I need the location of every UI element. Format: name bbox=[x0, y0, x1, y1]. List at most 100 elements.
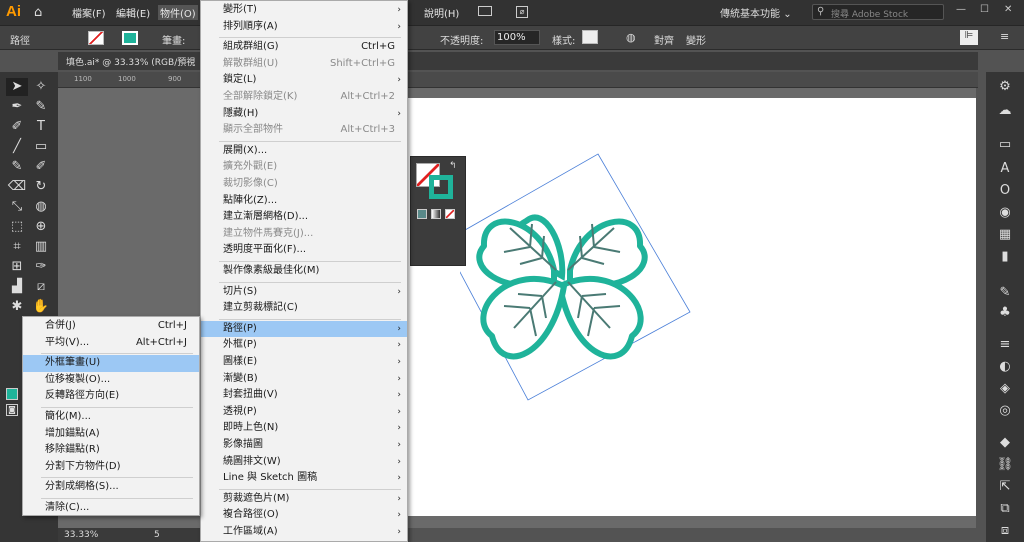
path-submenu-item[interactable]: 增加錨點(A) bbox=[23, 426, 199, 443]
object-menu-item[interactable]: 外框(P) › bbox=[201, 337, 407, 354]
glyphs-icon[interactable]: O bbox=[994, 182, 1016, 200]
menu-edit[interactable]: 編輯(E) bbox=[116, 5, 150, 20]
transform-button[interactable]: 變形 bbox=[686, 32, 706, 47]
menu-object[interactable]: 物件(O) bbox=[158, 5, 198, 20]
path-submenu-item[interactable]: 反轉路徑方向(E) bbox=[23, 388, 199, 405]
object-menu-item[interactable]: 即時上色(N) › bbox=[201, 420, 407, 437]
path-submenu-item[interactable]: 分割下方物件(D) bbox=[23, 459, 199, 476]
draw-mode-icon[interactable]: ◙ bbox=[6, 404, 18, 416]
gpu-icon[interactable]: ⌀ bbox=[516, 6, 528, 18]
object-menu-item[interactable]: 變形(T) › bbox=[201, 2, 407, 19]
none-mode-button[interactable] bbox=[445, 209, 455, 219]
color-panel-icon[interactable]: ◉ bbox=[994, 204, 1016, 222]
free-transform-tool-icon[interactable]: ⬚ bbox=[6, 218, 28, 236]
type-tool-icon[interactable]: T bbox=[30, 118, 52, 136]
layers-stack-icon[interactable]: ◆ bbox=[994, 434, 1016, 452]
path-submenu-item[interactable]: 位移複製(O)... bbox=[23, 372, 199, 389]
gradient-mode-button[interactable] bbox=[431, 209, 441, 219]
object-menu-item[interactable]: 路徑(P) › bbox=[201, 320, 407, 338]
swap-icon[interactable]: ↰ bbox=[449, 161, 457, 171]
rotate-tool-icon[interactable]: ↻ bbox=[30, 178, 52, 196]
path-submenu-item[interactable]: 合併(J) Ctrl+J bbox=[23, 318, 199, 335]
align-button[interactable]: 對齊 bbox=[654, 32, 674, 47]
hand-tool-icon[interactable]: ✋ bbox=[30, 298, 52, 316]
object-menu-item[interactable]: 影像描圖 › bbox=[201, 437, 407, 454]
object-menu-item[interactable]: 切片(S) › bbox=[201, 284, 407, 301]
opacity-input[interactable]: 100% bbox=[494, 30, 540, 45]
object-menu-item[interactable]: 工作區域(A) › bbox=[201, 524, 407, 541]
pathfinder-icon[interactable]: ⧈ bbox=[994, 522, 1016, 540]
path-submenu-item[interactable]: 簡化(M)... bbox=[23, 409, 199, 426]
graph-tool-icon[interactable]: ▟ bbox=[6, 278, 28, 296]
object-menu-item[interactable]: 鎖定(L) › bbox=[201, 72, 407, 89]
object-menu-item[interactable]: 圖樣(E) › bbox=[201, 354, 407, 371]
object-menu-item[interactable]: 透明度平面化(F)... bbox=[201, 242, 407, 259]
object-menu-item[interactable]: 封套扭曲(V) › bbox=[201, 387, 407, 404]
stroke-color-swatch[interactable] bbox=[6, 388, 18, 400]
swatches-icon[interactable]: ▦ bbox=[994, 226, 1016, 244]
gradient-panel-icon[interactable]: ▮ bbox=[994, 248, 1016, 266]
fill-swatch[interactable] bbox=[88, 31, 104, 45]
properties-icon[interactable]: ⚙ bbox=[994, 78, 1016, 96]
object-menu-item[interactable]: 漸變(B) › bbox=[201, 371, 407, 388]
home-icon[interactable]: ⌂ bbox=[34, 5, 42, 20]
object-menu-item[interactable]: 展開(X)... bbox=[201, 143, 407, 160]
gradient-tool-icon[interactable]: ▥ bbox=[30, 238, 52, 256]
line-tool-icon[interactable]: ╱ bbox=[6, 138, 28, 156]
appearance-icon[interactable]: ◐ bbox=[994, 358, 1016, 376]
close-button[interactable]: ✕ bbox=[1004, 4, 1012, 15]
rectangle-tool-icon[interactable]: ▭ bbox=[30, 138, 52, 156]
object-menu-item[interactable]: Line 與 Sketch 圖稿 › bbox=[201, 470, 407, 487]
isolate-icon[interactable]: ⊫ bbox=[960, 30, 978, 45]
style-swatch[interactable] bbox=[582, 30, 598, 44]
perspective-grid-tool-icon[interactable]: ⌗ bbox=[6, 238, 28, 256]
curvature-tool-icon[interactable]: ✎ bbox=[30, 98, 52, 116]
menu-help[interactable]: 說明(H) bbox=[424, 5, 459, 20]
symbols-icon[interactable]: ♣ bbox=[994, 304, 1016, 322]
object-menu-item[interactable]: 透視(P) › bbox=[201, 404, 407, 421]
symbol-sprayer-tool-icon[interactable]: ✱ bbox=[6, 298, 28, 316]
scale-tool-icon[interactable]: ⤡ bbox=[6, 198, 28, 216]
character-panel-icon[interactable]: A bbox=[994, 160, 1016, 178]
workspace-switcher[interactable]: 傳統基本功能 ⌄ bbox=[720, 5, 792, 20]
selection-tool-icon[interactable]: ➤ bbox=[6, 78, 28, 96]
document-tab[interactable]: 填色.ai* @ 33.33% (RGB/預視 bbox=[58, 52, 978, 70]
stroke-panel-icon[interactable]: ▭ bbox=[994, 136, 1016, 154]
pen-icon[interactable]: ✐ bbox=[6, 118, 28, 136]
path-submenu-item[interactable]: 外框筆畫(U) bbox=[23, 355, 199, 372]
graphic-styles-icon[interactable]: ◈ bbox=[994, 380, 1016, 398]
menu-file[interactable]: 檔案(F) bbox=[72, 5, 106, 20]
mesh-tool-icon[interactable]: ⊞ bbox=[6, 258, 28, 276]
warp-tool-icon[interactable]: ◍ bbox=[30, 198, 52, 216]
color-mode-button[interactable] bbox=[417, 209, 427, 219]
minimize-button[interactable]: — bbox=[956, 4, 966, 15]
object-menu-item[interactable]: 製作像素級最佳化(M) bbox=[201, 263, 407, 280]
object-menu-item[interactable]: 解散群組(U) Shift+Ctrl+G bbox=[201, 56, 407, 73]
transparency-icon[interactable]: ◎ bbox=[994, 402, 1016, 420]
object-menu-item[interactable]: 組成群組(G) Ctrl+G bbox=[201, 39, 407, 56]
eyedropper-tool-icon[interactable]: ✑ bbox=[30, 258, 52, 276]
object-menu-item[interactable]: 排列順序(A) › bbox=[201, 19, 407, 36]
libraries-icon[interactable]: ☁ bbox=[994, 102, 1016, 120]
shaper-tool-icon[interactable]: ✐ bbox=[30, 158, 52, 176]
arrange-documents-icon[interactable] bbox=[478, 6, 492, 16]
clover-artwork[interactable] bbox=[460, 150, 700, 410]
paintbrush-tool-icon[interactable]: ✎ bbox=[6, 158, 28, 176]
shape-builder-tool-icon[interactable]: ⊕ bbox=[30, 218, 52, 236]
page-number[interactable]: 5 bbox=[154, 530, 160, 540]
object-menu-item[interactable]: 點陣化(Z)... bbox=[201, 193, 407, 210]
stock-search-field[interactable]: ⚲ 搜尋 Adobe Stock bbox=[812, 4, 944, 20]
stroke-swatch[interactable] bbox=[429, 175, 453, 199]
object-menu-item[interactable]: 全部解除鎖定(K) Alt+Ctrl+2 bbox=[201, 89, 407, 106]
object-menu-item[interactable]: 裁切影像(C) bbox=[201, 176, 407, 193]
object-menu-item[interactable]: 剪裁遮色片(M) › bbox=[201, 491, 407, 508]
path-submenu-item[interactable]: 清除(C)... bbox=[23, 500, 199, 517]
object-menu-item[interactable]: 顯示全部物件 Alt+Ctrl+3 bbox=[201, 122, 407, 139]
object-menu-item[interactable]: 建立漸層網格(D)... bbox=[201, 209, 407, 226]
object-menu-item[interactable]: 複合路徑(O) › bbox=[201, 507, 407, 524]
object-menu-item[interactable]: 隱藏(H) › bbox=[201, 106, 407, 123]
path-submenu-item[interactable]: 平均(V)... Alt+Ctrl+J bbox=[23, 335, 199, 352]
links-icon[interactable]: ⛓ bbox=[994, 456, 1016, 474]
object-menu-item[interactable]: 擴充外觀(E) bbox=[201, 159, 407, 176]
pen-tool-icon[interactable]: ✒ bbox=[6, 98, 28, 116]
